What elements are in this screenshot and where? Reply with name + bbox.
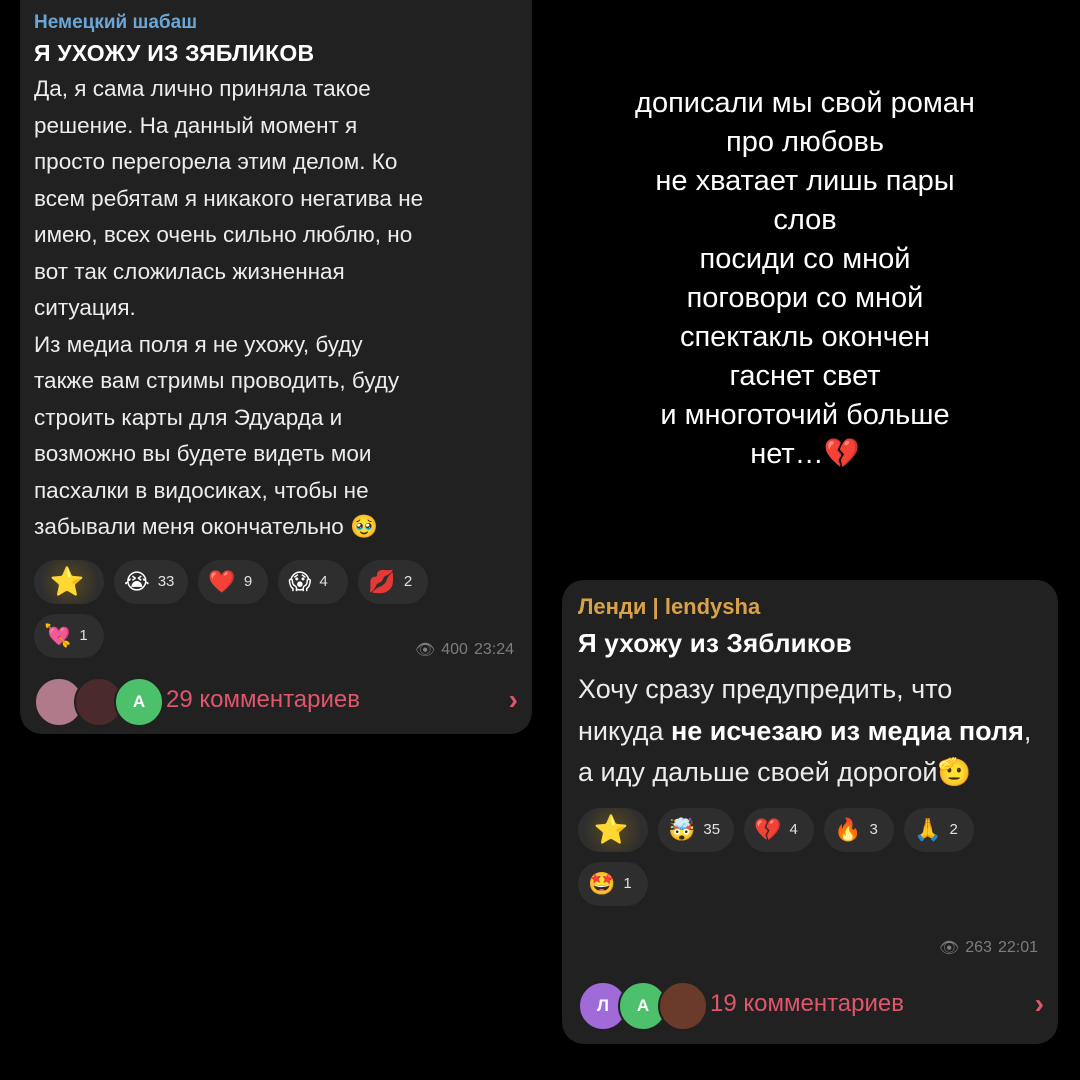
folded-hands-icon: 🙏 [914,816,942,842]
body-text-bold: не исчезаю из медиа поля [670,715,1024,746]
body-line: пасхалки в видосиках, чтобы не [34,477,369,503]
lyric-line: слов [773,204,837,236]
commenter-avatars: А [34,675,164,727]
lyric-line: не хватает лишь пары [655,165,955,197]
body-line: ситуация. [34,295,136,320]
body-line: строить карты для Эдуарда и [34,404,343,430]
star-struck-icon: 🤩 [588,870,616,896]
reaction-count: 35 [703,821,721,838]
channel-name[interactable]: Немецкий шабаш [34,12,518,34]
lyric-line: поговори со мной [686,282,924,314]
comments-count[interactable]: 29 комментариев [166,686,509,714]
reaction-star[interactable]: ⭐ [578,807,648,852]
reaction-exploding[interactable]: 🤯 35 [658,807,735,852]
chevron-right-icon[interactable]: › [509,684,518,716]
post-body: Хочу сразу предупредить, что никуда не и… [578,669,1044,794]
reaction-crying[interactable]: 😭 33 [114,559,189,604]
reaction-fire[interactable]: 🔥 3 [824,807,895,852]
body-line: просто перегорела этим делом. Ко [34,149,398,174]
reaction-count: 2 [949,821,958,838]
post-time: 23:24 [473,641,514,658]
comments-bar[interactable]: А 29 комментариев › [34,670,518,730]
lyric-line: про любовь [726,126,884,158]
chevron-right-icon[interactable]: › [1035,988,1044,1020]
exploding-head-icon: 🤯 [668,816,696,842]
lyric-line: нет…💔 [750,438,860,470]
eye-icon: 👁 [414,642,436,659]
channel-name[interactable]: Ленди | lendysha [578,594,1044,620]
body-line: решение. На данный момент я [34,112,358,138]
reaction-heart-arrow[interactable]: 💘 1 [34,613,104,658]
comments-count[interactable]: 19 комментариев [710,990,1035,1018]
body-line: возможно вы будете видеть мои [34,441,372,466]
body-line: всем ребятам я никакого негатива не [34,185,424,211]
screaming-face-icon: 😱 [288,568,312,594]
fire-icon: 🔥 [834,816,862,842]
sparkle-heart-icon: 💔 [754,816,782,842]
reaction-count: 4 [319,573,328,590]
avatar [658,981,708,1031]
lyric-line: дописали мы свой роман [635,87,975,119]
heart-arrow-icon: 💘 [44,622,72,648]
reaction-pray[interactable]: 🙏 2 [904,807,975,852]
star-icon: ⭐ [593,813,629,845]
star-icon: ⭐ [49,565,85,597]
lyric-line: гаснет свет [729,360,881,392]
reaction-count: 1 [79,627,88,644]
lyric-line: и многоточий больше [660,399,950,431]
body-line: вот так сложилась жизненная [34,258,345,284]
crying-face-icon: 😭 [124,568,150,594]
reaction-star[interactable]: ⭐ [34,559,104,604]
post-title: Я УХОЖУ ИЗ ЗЯБЛИКОВ [34,40,315,66]
reaction-kiss[interactable]: 💋 2 [358,559,429,604]
body-line: Из медиа поля я не ухожу, буду [34,331,363,357]
post-time: 22:01 [997,939,1038,956]
reaction-count: 9 [243,573,253,590]
body-line: забывали меня окончательно 🥹 [34,514,379,539]
post-body: Да, я сама лично приняла такое решение. … [34,71,518,546]
reaction-count: 3 [869,821,878,838]
lyric-line: спектакль окончен [679,321,931,353]
view-count: 400 [441,641,468,658]
reaction-count: 2 [403,573,413,590]
comments-bar[interactable]: Л А 19 комментариев › [578,974,1044,1034]
avatar: А [114,677,164,727]
reaction-count: 4 [789,821,798,838]
reaction-heart[interactable]: ❤️ 9 [198,559,269,604]
reactions-row: ⭐ 🤯 35 💔 4 🔥 3 🙏 2 🤩 1 [578,807,998,906]
reaction-sparkle-heart[interactable]: 💔 4 [744,807,815,852]
post-title: Я ухожу из Зябликов [578,628,852,658]
reaction-star-struck[interactable]: 🤩 1 [578,861,648,906]
post-meta: 👁 263 22:01 [939,938,1038,958]
post-card-2[interactable]: Ленди | lendysha Я ухожу из Зябликов Хоч… [562,580,1058,1044]
body-line: Да, я сама лично приняла такое [34,76,371,101]
reaction-count: 33 [157,573,175,590]
post-meta: 👁 400 23:24 [415,640,514,660]
lyrics-text: дописали мы свой роман про любовь не хва… [560,84,1050,474]
reaction-count: 1 [623,875,632,892]
heart-icon: ❤️ [208,568,236,594]
body-line: имею, всех очень сильно люблю, но [34,222,413,247]
view-count: 263 [965,939,992,956]
reaction-scream[interactable]: 😱 4 [278,559,349,604]
eye-icon: 👁 [938,940,960,957]
kiss-mark-icon: 💋 [368,568,396,594]
body-line: также вам стримы проводить, буду [34,368,400,393]
lyric-line: посиди со мной [699,243,911,275]
post-card-1[interactable]: Немецкий шабаш Я УХОЖУ ИЗ ЗЯБЛИКОВ Да, я… [20,0,532,734]
commenter-avatars: Л А [578,979,708,1031]
